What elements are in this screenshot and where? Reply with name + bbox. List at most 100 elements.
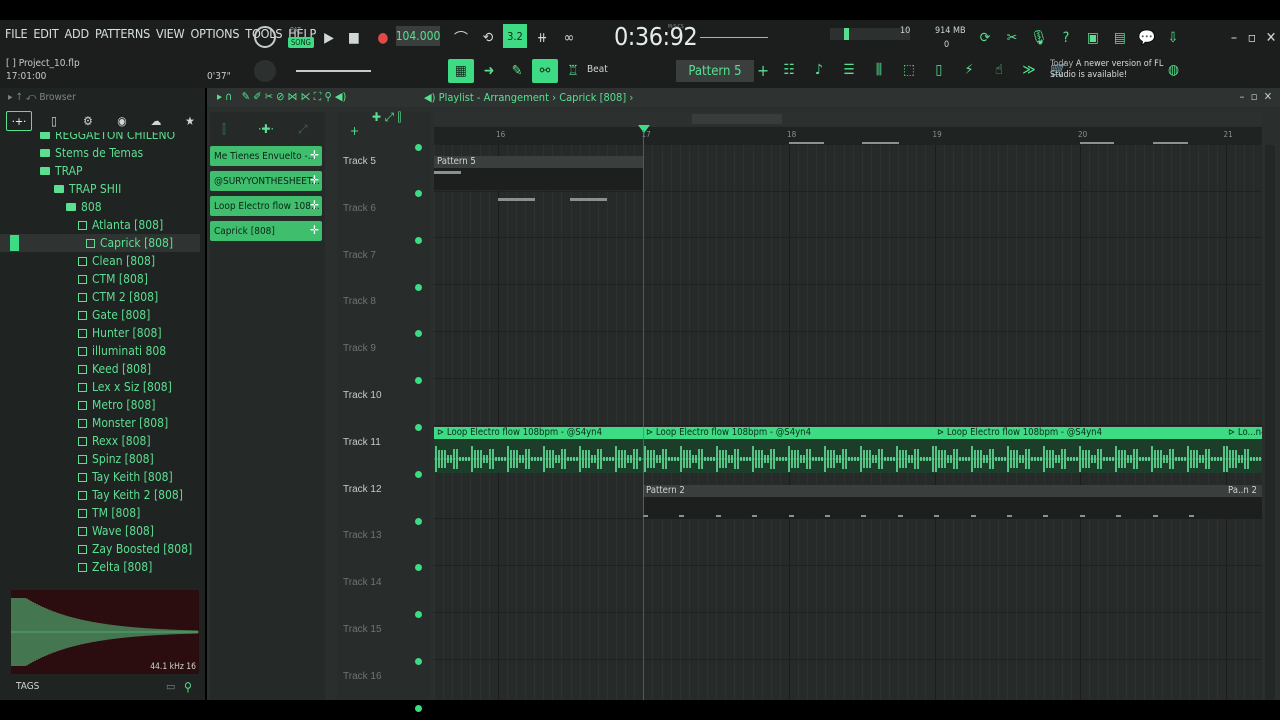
browser-item[interactable]: Zelta [808] bbox=[0, 558, 200, 576]
playlist-view-icon[interactable]: ▦ bbox=[448, 59, 474, 83]
browser-item[interactable]: Keed [808] bbox=[0, 360, 200, 378]
picker-automation-icon[interactable]: ⤢ bbox=[298, 122, 308, 137]
browser-item[interactable]: Wave [808] bbox=[0, 522, 200, 540]
cloud-tab-icon[interactable]: ☁ bbox=[144, 114, 168, 128]
track-mute-led[interactable] bbox=[415, 283, 422, 291]
track-lane[interactable] bbox=[434, 332, 1262, 379]
track-name[interactable]: Track 7 bbox=[343, 250, 376, 261]
track-mute-led[interactable] bbox=[415, 236, 422, 244]
track-name[interactable]: Track 6 bbox=[343, 203, 376, 214]
channel-add-icon[interactable]: ✛ bbox=[310, 173, 319, 187]
browser-item[interactable]: Tay Keith [808] bbox=[0, 468, 200, 486]
track-name[interactable]: Track 9 bbox=[343, 343, 376, 354]
channel-item[interactable]: @SURYYONTHESHEET... ✛ bbox=[210, 171, 322, 191]
browser-item[interactable]: Monster [808] bbox=[0, 414, 200, 432]
snap-dropdown[interactable]: Beat bbox=[587, 64, 608, 75]
browser-item[interactable]: Zay Boosted [808] bbox=[0, 540, 200, 558]
menu-patterns[interactable]: PATTERNS bbox=[95, 26, 150, 48]
favorites-tab-icon[interactable]: ★ bbox=[178, 114, 202, 128]
browser-item[interactable]: TRAP SHII bbox=[0, 180, 200, 198]
pencil-icon[interactable]: ✎ bbox=[504, 59, 530, 83]
channel-item[interactable]: Caprick [808] ✛ bbox=[210, 221, 322, 241]
playlist-grid[interactable]: Pattern 5 ⊳ Loop Electro flow 108bpm - @S… bbox=[434, 145, 1262, 700]
loop-record-icon[interactable]: ∞ bbox=[558, 28, 580, 48]
track-mute-led[interactable] bbox=[415, 190, 422, 197]
vertical-scrollbar[interactable] bbox=[1265, 145, 1275, 700]
browser-item[interactable]: Caprick [808] bbox=[0, 234, 200, 252]
track-name[interactable]: Track 16 bbox=[343, 671, 382, 682]
browser-item[interactable]: illuminati 808 bbox=[0, 342, 200, 360]
track-mute-led[interactable] bbox=[415, 658, 422, 665]
track-lane[interactable] bbox=[434, 192, 1262, 239]
timeline-ruler[interactable]: 16 17 18 19 20 21 bbox=[434, 127, 1262, 145]
song-mode-button[interactable]: SONG bbox=[288, 37, 314, 48]
track-tools-icons[interactable]: ✚ ⤢ ⫿ bbox=[372, 110, 401, 125]
touch-icon[interactable]: ☝ bbox=[986, 58, 1012, 82]
browser-item[interactable]: Hunter [808] bbox=[0, 324, 200, 342]
audio-clip[interactable]: ⊳ Loop Electro flow 108bpm - @S4yn4 bbox=[934, 426, 1225, 473]
track-name[interactable]: Track 5 bbox=[343, 156, 376, 167]
track-mute-led[interactable] bbox=[415, 424, 422, 431]
track-name[interactable]: Track 12 bbox=[343, 484, 382, 495]
browser-item[interactable]: Clean [808] bbox=[0, 252, 200, 270]
close-icon[interactable]: ✕ bbox=[1260, 28, 1280, 48]
browser-item[interactable]: TRAP bbox=[0, 162, 200, 180]
tempo-tapper-icon[interactable]: ≫ bbox=[1016, 58, 1042, 82]
online-tab-icon[interactable]: ◉ bbox=[110, 114, 134, 128]
step-edit-button[interactable]: 3.2 bbox=[503, 24, 527, 48]
pat-label[interactable]: PAT bbox=[290, 26, 301, 34]
stamp-icon[interactable]: ♖ bbox=[560, 59, 586, 83]
master-volume-slider[interactable] bbox=[296, 70, 371, 72]
playlist-tools-icons[interactable]: ▸ ∩ ✎ ✐ ✂ ⊘ ⋈ ⋉ ⛶ ⚲ ◀) bbox=[217, 90, 346, 104]
browser-item[interactable]: Atlanta [808] bbox=[0, 216, 200, 234]
all-tab-icon[interactable]: ·+· bbox=[6, 111, 32, 131]
browser-item[interactable]: Rexx [808] bbox=[0, 432, 200, 450]
track-mute-led[interactable] bbox=[415, 470, 422, 478]
chat-icon[interactable]: 💬 bbox=[1136, 28, 1158, 48]
menu-add[interactable]: ADD bbox=[65, 26, 90, 48]
pattern-selector[interactable]: Pattern 5 bbox=[676, 60, 754, 82]
track-name[interactable]: Track 14 bbox=[343, 577, 382, 588]
menu-view[interactable]: VIEW bbox=[156, 26, 185, 48]
audio-clip[interactable]: ⊳ Loop Electro flow 108bpm - @S4yn4 bbox=[434, 426, 643, 473]
browser-item[interactable]: CTM [808] bbox=[0, 270, 200, 288]
track-lane[interactable] bbox=[434, 519, 1262, 566]
scroll-overview[interactable] bbox=[434, 112, 1262, 126]
track-mute-led[interactable] bbox=[415, 517, 422, 525]
pattern-clip[interactable]: Pattern 2 bbox=[643, 484, 1225, 519]
stop-icon[interactable]: ■ bbox=[343, 28, 365, 48]
metronome-icon[interactable]: ⌒ bbox=[450, 28, 472, 48]
browser-item[interactable]: Lex x Siz [808] bbox=[0, 378, 200, 396]
track-name[interactable]: Track 11 bbox=[343, 437, 381, 448]
browser-item[interactable]: CTM 2 [808] bbox=[0, 288, 200, 306]
track-lane[interactable] bbox=[434, 285, 1262, 332]
search-icon[interactable]: ⚲ bbox=[184, 680, 192, 694]
browser-item[interactable]: Metro [808] bbox=[0, 396, 200, 414]
add-pattern-icon[interactable]: + bbox=[757, 61, 769, 80]
picker-audio-icon[interactable]: ·✚· bbox=[258, 122, 274, 136]
browser-item[interactable]: Gate [808] bbox=[0, 306, 200, 324]
plugins-tab-icon[interactable]: ⚙ bbox=[76, 114, 100, 128]
play-icon[interactable]: ▶ bbox=[318, 28, 340, 48]
track-name[interactable]: Track 13 bbox=[343, 530, 382, 541]
undo-icon[interactable]: ⟳ bbox=[974, 28, 996, 48]
channel-item[interactable]: Me Tienes Envuelto -... ✛ bbox=[210, 146, 322, 166]
track-lane[interactable] bbox=[434, 660, 1262, 700]
browser-item[interactable]: Tay Keith 2 [808] bbox=[0, 486, 200, 504]
menu-options[interactable]: OPTIONS bbox=[190, 26, 239, 48]
playlist-window-controls[interactable]: – ▫ ✕ bbox=[1239, 90, 1272, 103]
browser-icon[interactable]: ▯ bbox=[926, 58, 952, 82]
menu-edit[interactable]: EDIT bbox=[33, 26, 58, 48]
master-pitch-knob[interactable] bbox=[254, 60, 276, 82]
browser-item[interactable]: Spinz [808] bbox=[0, 450, 200, 468]
audio-clip[interactable]: ⊳ Loop Electro flow 108bpm - @S4yn4 bbox=[643, 426, 934, 473]
export-icon[interactable]: ⇩ bbox=[1162, 28, 1184, 48]
browser-item[interactable]: 808 bbox=[0, 198, 200, 216]
channel-rack-icon[interactable]: ☰ bbox=[836, 58, 862, 82]
menu-file[interactable]: FILE bbox=[5, 26, 28, 48]
track-name[interactable]: Track 8 bbox=[343, 296, 376, 307]
audio-clip[interactable]: ⊳ Lo...n4 bbox=[1225, 426, 1262, 473]
plugin-picker-icon[interactable]: ⬚ bbox=[896, 58, 922, 82]
pattern-clip[interactable]: Pattern 5 bbox=[434, 156, 643, 201]
mixer-icon[interactable]: ⫼ bbox=[866, 58, 892, 82]
